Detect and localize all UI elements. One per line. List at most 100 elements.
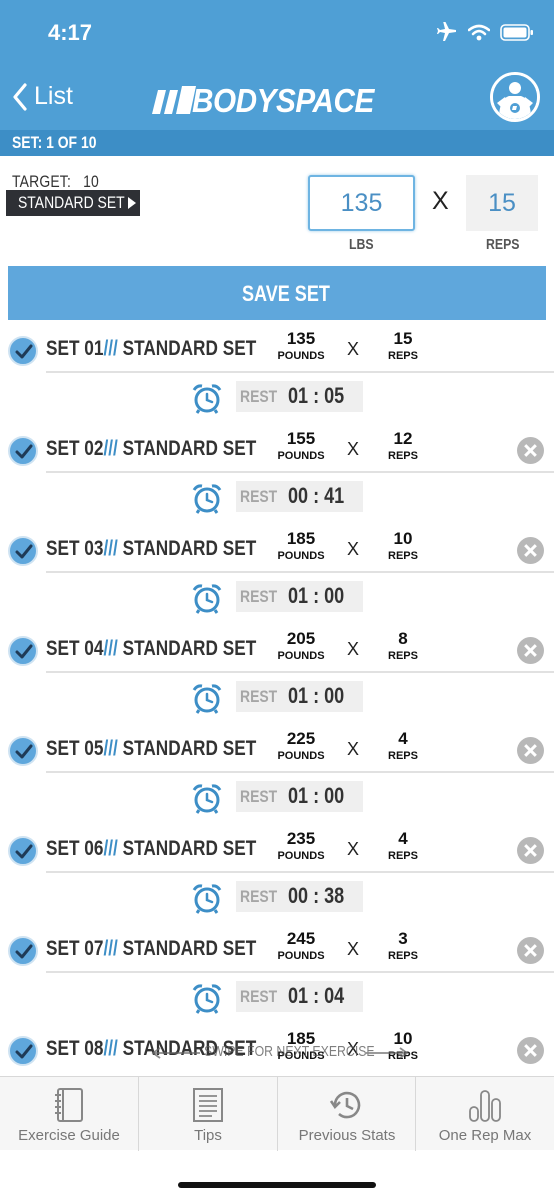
- set-title: SET 04/// STANDARD SET: [46, 637, 257, 660]
- set-row[interactable]: SET 07/// STANDARD SET 245 POUNDS X 3 REPS: [0, 927, 554, 977]
- set-weight: 235 POUNDS: [277, 829, 325, 862]
- rest-time: 00 : 41: [288, 483, 345, 508]
- tab-one-rep-max[interactable]: One Rep Max: [416, 1077, 554, 1151]
- status-icons: [436, 22, 534, 42]
- tab-label: Tips: [194, 1127, 222, 1144]
- bar-chart-icon: [469, 1090, 501, 1122]
- multiply-sign: X: [347, 339, 360, 359]
- rest-time: 01 : 00: [288, 583, 345, 608]
- swipe-hint: SWIPE FOR NEXT EXERCISE: [150, 1043, 410, 1063]
- weight-input[interactable]: 135: [308, 175, 415, 231]
- set-list[interactable]: SET 01/// STANDARD SET 135 POUNDS X 15 REP…: [0, 327, 554, 1077]
- wifi-icon: [468, 24, 490, 40]
- logo-text: BODYSPACE: [192, 82, 374, 119]
- delete-set-icon[interactable]: [517, 637, 544, 664]
- rest-timer[interactable]: REST 01 : 00: [236, 781, 363, 812]
- tab-label: Exercise Guide: [18, 1127, 120, 1144]
- save-set-button[interactable]: SAVE SET: [8, 266, 546, 320]
- bodyspace-logo: BODYSPACE: [152, 82, 402, 119]
- multiply-sign: X: [347, 739, 360, 759]
- set-weight: 245 POUNDS: [277, 929, 325, 962]
- set-title: SET 07/// STANDARD SET: [46, 937, 257, 960]
- alarm-clock-icon: [192, 884, 222, 914]
- delete-set-icon[interactable]: [517, 437, 544, 464]
- row-divider: [46, 771, 554, 773]
- arrow-left-icon: [151, 1047, 200, 1059]
- set-reps: 4 REPS: [388, 829, 418, 862]
- check-circle-icon[interactable]: [8, 636, 38, 666]
- rest-time: 01 : 00: [288, 683, 345, 708]
- tab-label: One Rep Max: [438, 1127, 532, 1144]
- set-row[interactable]: SET 02/// STANDARD SET 155 POUNDS X 12 REP…: [0, 427, 554, 477]
- multiply-sign: X: [347, 939, 360, 959]
- set-weight: 155 POUNDS: [277, 429, 325, 462]
- delete-set-icon[interactable]: [517, 737, 544, 764]
- alarm-clock-icon: [192, 584, 222, 614]
- rest-time: 00 : 38: [288, 883, 345, 908]
- bottom-tab-bar: Exercise Guide Tips Previous Stats One R…: [0, 1076, 554, 1151]
- set-progress-bar: SET: 1 OF 10: [0, 130, 554, 156]
- row-divider: [46, 471, 554, 473]
- alarm-clock-icon: [192, 484, 222, 514]
- set-title: SET 05/// STANDARD SET: [46, 737, 257, 760]
- set-row[interactable]: SET 04/// STANDARD SET 205 POUNDS X 8 REPS: [0, 627, 554, 677]
- check-circle-icon[interactable]: [8, 336, 38, 366]
- check-circle-icon[interactable]: [8, 436, 38, 466]
- check-circle-icon[interactable]: [8, 936, 38, 966]
- delete-set-icon[interactable]: [517, 1037, 544, 1064]
- delete-set-icon[interactable]: [517, 537, 544, 564]
- reps-unit-label: REPS: [486, 236, 520, 253]
- home-indicator[interactable]: [178, 1182, 376, 1188]
- rest-timer[interactable]: REST 00 : 38: [236, 881, 363, 912]
- profile-avatar[interactable]: [490, 72, 540, 122]
- rest-timer[interactable]: REST 01 : 00: [236, 681, 363, 712]
- delete-set-icon[interactable]: [517, 837, 544, 864]
- set-row[interactable]: SET 06/// STANDARD SET 235 POUNDS X 4 REPS: [0, 827, 554, 877]
- set-weight: 185 POUNDS: [277, 529, 325, 562]
- set-reps: 10 REPS: [388, 529, 418, 562]
- multiply-sign: X: [347, 839, 360, 859]
- target-label: TARGET: 10: [12, 172, 118, 192]
- row-divider: [46, 671, 554, 673]
- rest-row: REST 01 : 00: [0, 777, 554, 827]
- check-circle-icon[interactable]: [8, 836, 38, 866]
- multiply-sign: X: [432, 187, 449, 215]
- triangle-right-icon: [128, 197, 136, 209]
- set-reps: 15 REPS: [388, 329, 418, 362]
- set-type-selector[interactable]: STANDARD SET: [6, 190, 140, 216]
- target-value: 10: [83, 172, 99, 191]
- set-weight: 135 POUNDS: [277, 329, 325, 362]
- set-row[interactable]: SET 03/// STANDARD SET 185 POUNDS X 10 REP…: [0, 527, 554, 577]
- app-header: 4:17 List BODYSPACE: [0, 0, 554, 130]
- tab-previous-stats[interactable]: Previous Stats: [278, 1077, 416, 1151]
- set-row[interactable]: SET 05/// STANDARD SET 225 POUNDS X 4 REPS: [0, 727, 554, 777]
- rest-timer[interactable]: REST 01 : 05: [236, 381, 363, 412]
- rest-timer[interactable]: REST 00 : 41: [236, 481, 363, 512]
- alarm-clock-icon: [192, 684, 222, 714]
- check-circle-icon[interactable]: [8, 736, 38, 766]
- set-reps: 3 REPS: [388, 929, 418, 962]
- logo-mark-icon: [152, 86, 196, 114]
- set-row[interactable]: SET 01/// STANDARD SET 135 POUNDS X 15 REP…: [0, 327, 554, 377]
- check-circle-icon[interactable]: [8, 1036, 38, 1066]
- check-circle-icon[interactable]: [8, 536, 38, 566]
- row-divider: [46, 571, 554, 573]
- delete-set-icon[interactable]: [517, 937, 544, 964]
- rest-row: REST 01 : 00: [0, 677, 554, 727]
- set-weight: 225 POUNDS: [277, 729, 325, 762]
- tab-tips[interactable]: Tips: [139, 1077, 277, 1151]
- row-divider: [46, 971, 554, 973]
- rest-time: 01 : 05: [288, 383, 345, 408]
- back-label: List: [34, 82, 73, 110]
- set-type-label: STANDARD SET: [18, 193, 125, 212]
- back-button[interactable]: List: [12, 82, 73, 111]
- tab-label: Previous Stats: [298, 1127, 396, 1144]
- reps-input[interactable]: 15: [466, 175, 538, 231]
- rest-timer[interactable]: REST 01 : 04: [236, 981, 363, 1012]
- tab-exercise-guide[interactable]: Exercise Guide: [0, 1077, 138, 1151]
- set-reps: 12 REPS: [388, 429, 418, 462]
- rest-timer[interactable]: REST 01 : 00: [236, 581, 363, 612]
- history-icon: [329, 1091, 361, 1119]
- arrow-right-icon: [366, 1047, 409, 1059]
- weight-unit-label: LBS: [349, 236, 374, 253]
